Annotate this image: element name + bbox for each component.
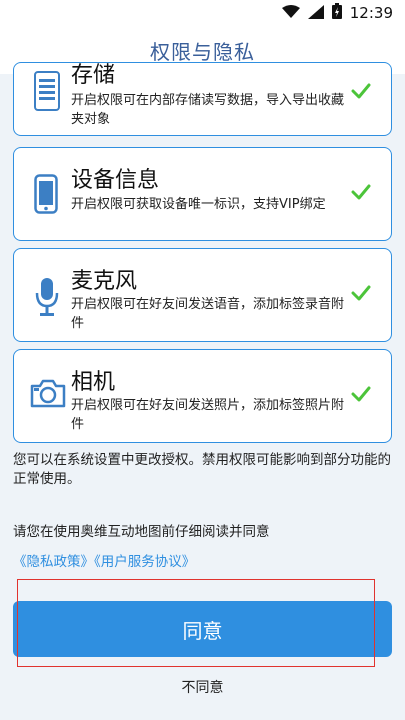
permission-desc: 开启权限可在好友间发送照片，添加标签照片附件 <box>71 398 345 432</box>
disagree-button[interactable]: 不同意 <box>0 677 405 697</box>
storage-icon <box>34 71 60 115</box>
permission-desc: 开启权限可获取设备唯一标识，支持VIP绑定 <box>71 197 326 212</box>
highlight-frame <box>17 579 375 667</box>
terms-of-service-link[interactable]: 《用户服务协议》 <box>94 554 195 570</box>
check-icon <box>351 386 371 406</box>
check-icon <box>351 285 371 305</box>
permission-desc: 开启权限可在内部存储读写数据，导入导出收藏夹对象 <box>71 93 345 127</box>
page-title: 权限与隐私 <box>150 39 255 64</box>
permission-desc: 开启权限可在好友间发送语音，添加标签录音附件 <box>71 297 345 331</box>
read-prompt: 请您在使用奥维互动地图前仔细阅读并同意 <box>13 524 270 540</box>
notice-text: 您可以在系统设置中更改授权。禁用权限可能影响到部分功能的正常使用。 <box>13 452 391 487</box>
camera-icon <box>30 378 66 412</box>
permission-title: 存储 <box>71 63 116 88</box>
check-icon <box>351 184 371 204</box>
permission-title: 相机 <box>71 370 116 395</box>
privacy-policy-link[interactable]: 《隐私政策》 <box>13 554 94 570</box>
permission-card-storage: 存储 开启权限可在内部存储读写数据，导入导出收藏夹对象 <box>13 62 392 136</box>
permission-card-device-info: 设备信息 开启权限可获取设备唯一标识，支持VIP绑定 <box>13 147 392 241</box>
permission-card-camera: 相机 开启权限可在好友间发送照片，添加标签照片附件 <box>13 349 392 443</box>
microphone-icon <box>34 277 60 321</box>
permission-title: 麦克风 <box>71 269 138 294</box>
policy-links: 《隐私政策》《用户服务协议》 <box>13 550 195 570</box>
status-time: 12:39 <box>349 4 393 22</box>
permission-title: 设备信息 <box>71 168 160 193</box>
permission-card-microphone: 麦克风 开启权限可在好友间发送语音，添加标签录音附件 <box>13 248 392 342</box>
battery-icon <box>331 3 342 23</box>
phone-icon <box>34 174 58 218</box>
status-bar: 12:39 <box>0 0 405 26</box>
signal-icon <box>307 4 324 23</box>
wifi-icon <box>281 4 300 23</box>
check-icon <box>351 83 371 103</box>
